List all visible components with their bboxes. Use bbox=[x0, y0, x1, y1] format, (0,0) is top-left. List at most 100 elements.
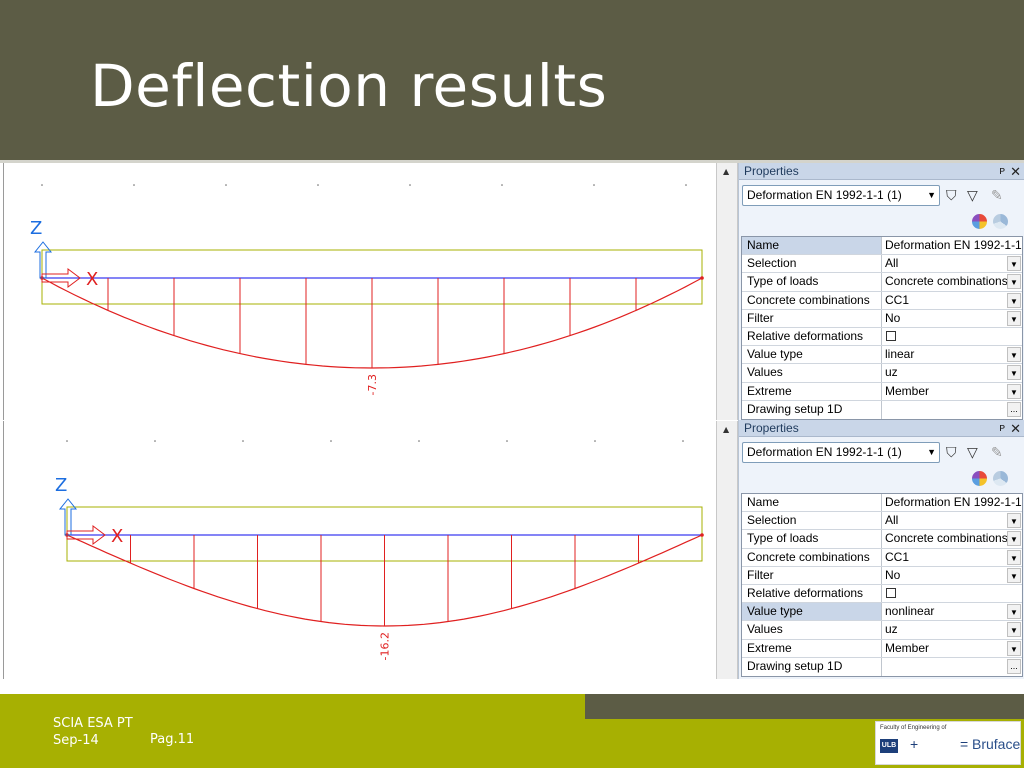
viewport-scrollbar[interactable]: ▲ bbox=[716, 163, 738, 420]
close-icon[interactable]: ✕ bbox=[1010, 163, 1021, 180]
property-value[interactable]: No ▼ bbox=[882, 310, 1022, 327]
property-value[interactable]: No ▼ bbox=[882, 567, 1022, 584]
model-viewport-nonlinear[interactable]: -16.2 Z X bbox=[3, 421, 715, 679]
property-row[interactable]: Value type linear ▼ bbox=[742, 346, 1022, 365]
footer-page-number: Pag.11 bbox=[150, 732, 195, 747]
select-filter-icon[interactable]: ⛉ bbox=[946, 444, 957, 461]
grid-dot bbox=[409, 184, 411, 186]
chevron-down-icon[interactable]: ▼ bbox=[1007, 531, 1021, 547]
property-value[interactable]: Concrete combinations ▼ bbox=[882, 273, 1022, 290]
property-name: Values bbox=[742, 621, 882, 639]
grid-dot bbox=[154, 440, 156, 442]
property-name: Selection bbox=[742, 255, 882, 273]
property-row[interactable]: Drawing setup 1D... bbox=[742, 400, 1022, 419]
property-name: Concrete combinations bbox=[742, 291, 882, 309]
render-settings-icon[interactable] bbox=[993, 214, 1008, 229]
property-value[interactable]: All ▼ bbox=[882, 255, 1022, 272]
scroll-up-icon[interactable]: ▲ bbox=[723, 425, 729, 434]
scroll-up-icon[interactable]: ▲ bbox=[723, 167, 729, 176]
grid-dot bbox=[685, 184, 687, 186]
chevron-down-icon[interactable]: ▼ bbox=[1007, 310, 1021, 326]
chevron-down-icon[interactable]: ▼ bbox=[927, 443, 936, 462]
property-value[interactable]: linear ▼ bbox=[882, 346, 1022, 363]
property-row[interactable]: Type of loads Concrete combinations ▼ bbox=[742, 273, 1022, 292]
chevron-down-icon[interactable]: ▼ bbox=[1007, 604, 1021, 620]
pin-icon[interactable]: ᴘ bbox=[999, 420, 1005, 437]
color-palette-icon[interactable] bbox=[972, 471, 987, 486]
chevron-down-icon[interactable]: ▼ bbox=[1007, 549, 1021, 565]
property-row[interactable]: Relative deformations bbox=[742, 584, 1022, 604]
panel-title-text: Properties bbox=[744, 164, 799, 178]
property-value[interactable]: CC1 ▼ bbox=[882, 549, 1022, 566]
select-filter-icon[interactable]: ⛉ bbox=[946, 187, 957, 204]
color-palette-icon[interactable] bbox=[972, 214, 987, 229]
chevron-down-icon[interactable]: ▼ bbox=[1007, 347, 1021, 363]
property-value[interactable]: ... bbox=[882, 658, 1022, 676]
property-value-text: Concrete combinations bbox=[885, 531, 1008, 546]
grid-dot bbox=[317, 184, 319, 186]
render-settings-icon[interactable] bbox=[993, 471, 1008, 486]
pencil-icon[interactable]: ✎ bbox=[991, 444, 1003, 461]
pencil-icon[interactable]: ✎ bbox=[991, 187, 1003, 204]
logo-equals: = bbox=[960, 736, 969, 752]
chevron-down-icon[interactable]: ▼ bbox=[1007, 383, 1021, 399]
property-value[interactable]: Deformation EN 1992-1-1 bbox=[882, 237, 1022, 254]
result-case-select[interactable]: Deformation EN 1992-1-1 (1) ▼ bbox=[742, 442, 940, 463]
relative-deformations-checkbox[interactable] bbox=[886, 330, 896, 341]
property-row[interactable]: Name Deformation EN 1992-1-1 bbox=[742, 237, 1022, 256]
chevron-down-icon[interactable]: ▼ bbox=[1007, 622, 1021, 638]
property-name: Drawing setup 1D bbox=[742, 400, 882, 419]
property-value[interactable]: Deformation EN 1992-1-1 bbox=[882, 494, 1022, 511]
chevron-down-icon[interactable]: ▼ bbox=[1007, 292, 1021, 308]
property-value[interactable]: ... bbox=[882, 401, 1022, 419]
lightning-filter-icon[interactable]: ▽ bbox=[967, 187, 978, 204]
property-value[interactable]: uz ▼ bbox=[882, 621, 1022, 638]
chevron-down-icon[interactable]: ▼ bbox=[1007, 640, 1021, 656]
property-value[interactable]: All ▼ bbox=[882, 512, 1022, 529]
chevron-down-icon[interactable]: ▼ bbox=[1007, 567, 1021, 583]
relative-deformations-checkbox[interactable] bbox=[886, 587, 896, 598]
drawing-setup-button[interactable]: ... bbox=[1007, 658, 1021, 674]
property-row[interactable]: Extreme Member ▼ bbox=[742, 382, 1022, 401]
property-row[interactable]: Value type nonlinear ▼ bbox=[742, 603, 1022, 622]
chevron-down-icon[interactable]: ▼ bbox=[1007, 365, 1021, 381]
property-row[interactable]: Concrete combinations CC1 ▼ bbox=[742, 291, 1022, 310]
chevron-down-icon[interactable]: ▼ bbox=[927, 186, 936, 205]
model-viewport-linear[interactable]: -7.3 Z X bbox=[3, 163, 715, 420]
property-row[interactable]: Drawing setup 1D... bbox=[742, 657, 1022, 676]
chevron-down-icon[interactable]: ▼ bbox=[1007, 274, 1021, 290]
chevron-down-icon[interactable]: ▼ bbox=[1007, 256, 1021, 272]
property-row[interactable]: Values uz ▼ bbox=[742, 621, 1022, 640]
viewport-scrollbar[interactable]: ▲ bbox=[716, 421, 738, 679]
property-value-text: CC1 bbox=[885, 292, 910, 307]
pin-icon[interactable]: ᴘ bbox=[999, 163, 1005, 180]
property-value[interactable]: uz ▼ bbox=[882, 364, 1022, 381]
chevron-down-icon[interactable]: ▼ bbox=[1007, 513, 1021, 529]
close-icon[interactable]: ✕ bbox=[1010, 420, 1021, 437]
property-row[interactable]: Selection All ▼ bbox=[742, 512, 1022, 531]
property-row[interactable]: Concrete combinations CC1 ▼ bbox=[742, 548, 1022, 567]
property-row[interactable]: Filter No ▼ bbox=[742, 309, 1022, 328]
property-row[interactable]: Filter No ▼ bbox=[742, 566, 1022, 585]
property-name: Name bbox=[742, 237, 882, 255]
property-value[interactable]: Member ▼ bbox=[882, 383, 1022, 400]
property-value[interactable]: nonlinear ▼ bbox=[882, 603, 1022, 620]
property-row[interactable]: Relative deformations bbox=[742, 327, 1022, 347]
property-value[interactable] bbox=[882, 328, 1022, 345]
property-row[interactable]: Extreme Member ▼ bbox=[742, 639, 1022, 658]
result-case-select[interactable]: Deformation EN 1992-1-1 (1) ▼ bbox=[742, 185, 940, 206]
property-value[interactable]: CC1 ▼ bbox=[882, 292, 1022, 309]
lightning-filter-icon[interactable]: ▽ bbox=[967, 444, 978, 461]
property-name: Selection bbox=[742, 512, 882, 530]
property-value[interactable]: Concrete combinations ▼ bbox=[882, 530, 1022, 547]
property-value[interactable] bbox=[882, 585, 1022, 602]
property-row[interactable]: Selection All ▼ bbox=[742, 255, 1022, 274]
property-value[interactable]: Member ▼ bbox=[882, 640, 1022, 657]
property-row[interactable]: Values uz ▼ bbox=[742, 364, 1022, 383]
property-row[interactable]: Name Deformation EN 1992-1-1 bbox=[742, 494, 1022, 513]
property-row[interactable]: Type of loads Concrete combinations ▼ bbox=[742, 530, 1022, 549]
footer-accent-bar bbox=[585, 694, 1024, 719]
drawing-setup-button[interactable]: ... bbox=[1007, 401, 1021, 417]
property-name: Type of loads bbox=[742, 530, 882, 548]
property-name: Filter bbox=[742, 566, 882, 584]
